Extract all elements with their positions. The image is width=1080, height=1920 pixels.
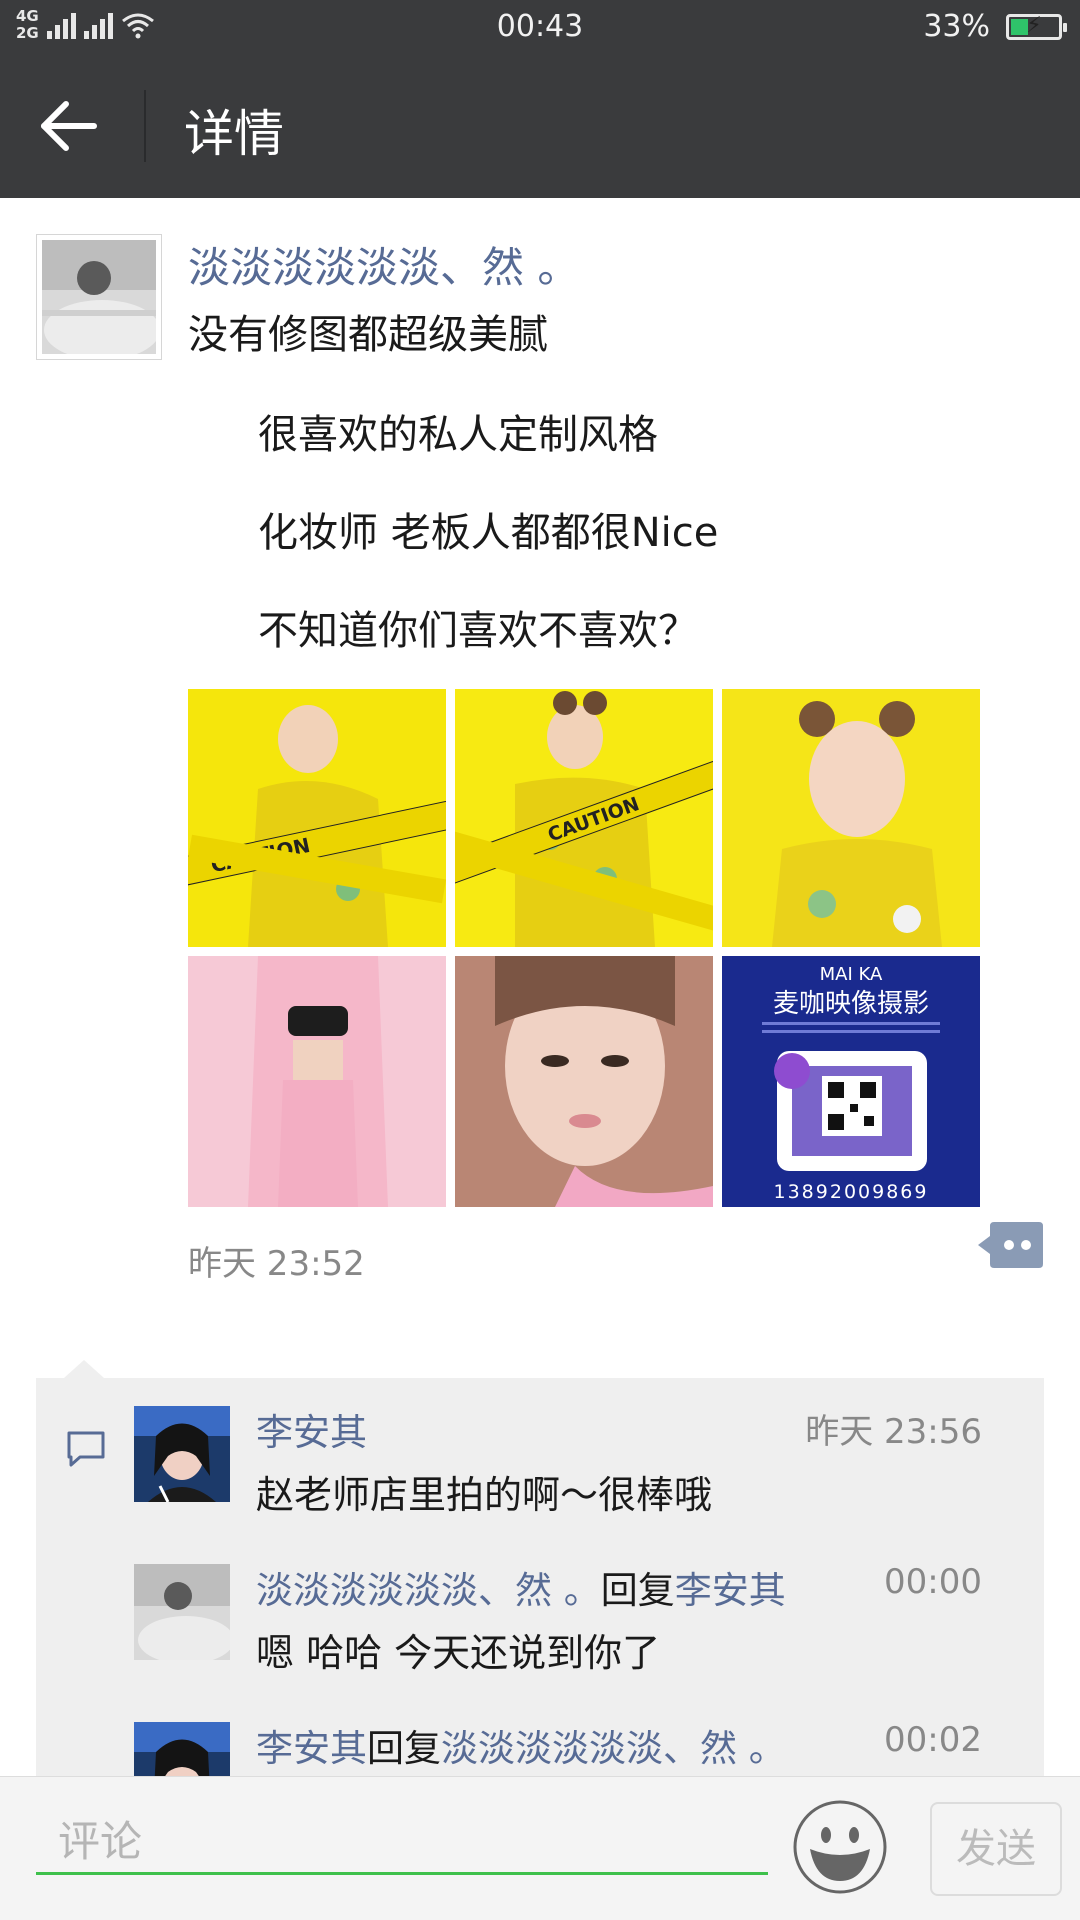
post-photo-2[interactable]: CAUTION [455, 689, 713, 947]
comment-section: 李安其 昨天 23:56 赵老师店里拍的啊～很棒哦 淡淡淡淡淡淡、然 。回复李安… [36, 1360, 1044, 1778]
photo-grid: CAUTION CAUTION [188, 689, 980, 1207]
reply-word: 回复 [600, 1569, 675, 1612]
comment-input[interactable] [36, 1811, 768, 1875]
ad-phone: 13892009869 [774, 1181, 929, 1203]
post-body: 没有修图都超级美腻 很喜欢的私人定制风格 化妆师 老板人都都很Nice 不知道你… [188, 306, 718, 680]
reply-word: 回复 [367, 1727, 441, 1770]
post-photo-6-ad[interactable]: MAI KA 麦咖映像摄影 13892009869 [722, 956, 980, 1207]
post-line: 不知道你们喜欢不喜欢？ [258, 608, 698, 654]
emoji-icon[interactable] [792, 1799, 888, 1895]
post-line: 很喜欢的私人定制风格 [258, 412, 658, 458]
post-photo-1[interactable]: CAUTION [188, 689, 446, 947]
comment-text: 赵老师店里拍的啊～很棒哦 [256, 1473, 713, 1517]
post-photo-4[interactable] [188, 956, 446, 1207]
commenter-name[interactable]: 李安其 [256, 1727, 367, 1770]
commenter-avatar[interactable] [134, 1406, 230, 1502]
post-author-name[interactable]: 淡淡淡淡淡淡、然 。 [188, 234, 579, 295]
commenter-name[interactable]: 淡淡淡淡淡淡、然 。 [256, 1569, 601, 1612]
arrow-left-icon[interactable] [40, 100, 100, 152]
comment-time: 00:00 [884, 1562, 982, 1602]
reply-to-name[interactable]: 李安其 [675, 1569, 786, 1612]
commenter-name[interactable]: 李安其 [256, 1411, 367, 1454]
status-bar: 4G 2G 00:43 33% ⚡ [0, 0, 1080, 54]
more-options-icon[interactable] [978, 1222, 1043, 1268]
post-photo-5[interactable] [455, 956, 713, 1207]
commenter-avatar[interactable] [134, 1564, 230, 1660]
author-avatar[interactable] [36, 234, 162, 360]
battery-charging-icon: ⚡ [1006, 13, 1067, 40]
commenter-avatar[interactable] [134, 1722, 230, 1778]
page-title: 详情 [184, 105, 284, 163]
reply-to-name[interactable]: 淡淡淡淡淡淡、然 。 [441, 1727, 786, 1770]
comment-time: 00:02 [884, 1720, 982, 1760]
top-app-bar: 详情 [0, 54, 1080, 198]
post-line: 没有修图都超级美腻 [188, 312, 548, 358]
post-timestamp: 昨天 23:52 [188, 1244, 365, 1284]
comment-text: 嗯 哈哈 今天还说到你了 [256, 1631, 661, 1675]
post-line: 化妆师 老板人都都很Nice [258, 510, 719, 556]
clock: 00:43 [496, 9, 584, 44]
avatar-image [42, 240, 160, 360]
battery-percent: 33% [923, 9, 990, 44]
comment-icon [67, 1431, 105, 1467]
ad-brand-cn: 麦咖映像摄影 [773, 989, 929, 1019]
send-button[interactable]: 发送 [930, 1802, 1062, 1896]
comment-input-bar: 发送 [0, 1776, 1080, 1920]
ad-brand-en: MAI KA [820, 964, 883, 985]
header-divider [144, 90, 146, 162]
post-photo-3[interactable] [722, 689, 980, 947]
comment-time: 昨天 23:56 [805, 1412, 982, 1452]
